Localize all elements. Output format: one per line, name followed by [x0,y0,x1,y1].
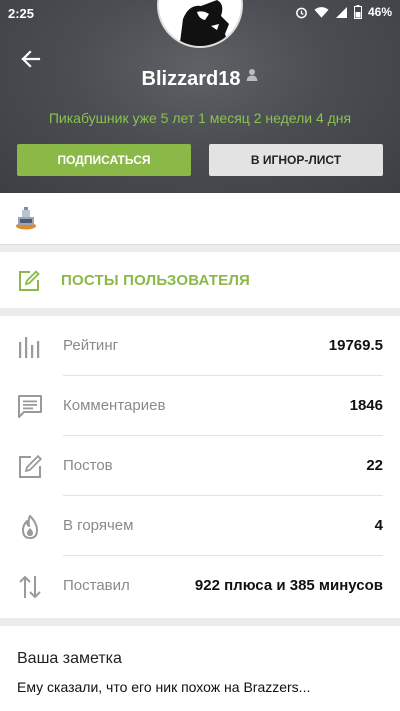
stat-row-posts: Постов 22 [0,436,400,496]
stat-row-hot: В горячем 4 [0,496,400,556]
stat-value: 22 [366,457,383,474]
username: Blizzard18 [141,68,241,90]
user-posts-label: ПОСТЫ ПОЛЬЗОВАТЕЛЯ [61,272,251,289]
note-title: Ваша заметка [17,650,122,667]
stat-row-rating: Рейтинг 19769.5 [0,316,400,376]
user-posts-link[interactable]: ПОСТЫ ПОЛЬЗОВАТЕЛЯ [0,252,400,308]
avatar[interactable] [157,0,243,48]
user-note[interactable]: Ваша заметка Ему сказали, что его ник по… [0,626,400,711]
stat-value: 4 [374,517,383,534]
wifi-icon [314,6,329,18]
avatar-image [159,0,241,46]
status-time: 2:25 [8,6,35,21]
battery-icon [353,5,362,19]
awards-row [0,193,400,245]
comment-icon [17,394,43,420]
user-gender-icon [246,65,258,88]
stat-label: Комментариев [63,397,166,414]
stat-row-comments: Комментариев 1846 [0,376,400,436]
stat-label: Постов [63,457,113,474]
award-trophy-icon[interactable] [15,206,37,235]
username-row: Blizzard18 [0,68,400,91]
battery-percent: 46% [367,5,392,19]
subscribe-button[interactable]: ПОДПИСАТЬСЯ [17,144,191,176]
flame-icon [17,514,43,540]
ignore-list-button[interactable]: В ИГНОР-ЛИСТ [209,144,383,176]
signal-icon [335,6,347,18]
edit-post-icon [18,270,40,297]
stat-value: 922 плюса и 385 минусов [194,577,383,594]
profile-header: 2:25 46% Blizzard18 Пикабушник уже 5 лет… [0,0,400,193]
stats-list: Рейтинг 19769.5 Комментариев 1846 Постов… [0,316,400,618]
tenure-text: Пикабушник уже 5 лет 1 месяц 2 недели 4 … [48,110,352,126]
edit-post-icon [17,454,43,480]
stat-label: Рейтинг [63,337,119,354]
alarm-icon [296,7,307,18]
stat-value: 1846 [349,397,383,414]
status-icons: 46% [295,5,392,19]
rating-bars-icon [17,334,43,360]
stat-label: Поставил [63,577,130,594]
note-text: Ему сказали, что его ник похож на Brazze… [17,679,311,695]
up-down-arrows-icon [17,574,43,600]
stat-label: В горячем [63,517,134,534]
stat-row-votes: Поставил 922 плюса и 385 минусов [0,556,400,616]
stat-value: 19769.5 [328,337,383,354]
